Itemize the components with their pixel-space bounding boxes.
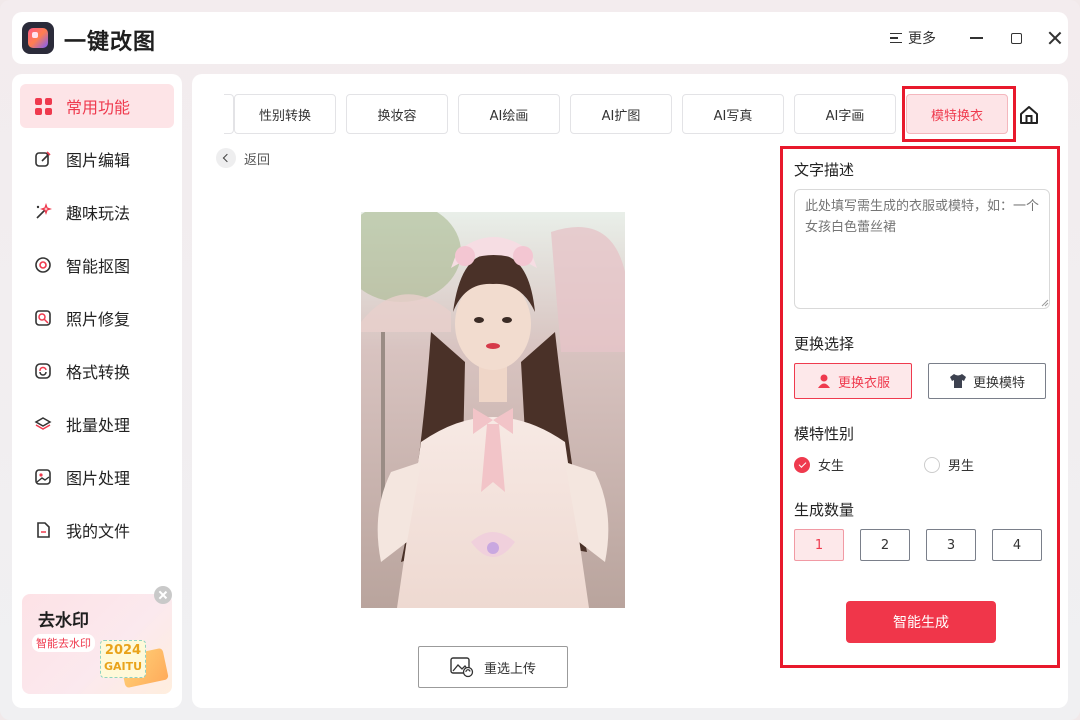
app-logo-icon: [22, 22, 54, 54]
sidebar-item-batch[interactable]: 批量处理: [20, 402, 174, 446]
promo-badge: 2024 GAITU: [100, 640, 146, 678]
sidebar-item-label: 照片修复: [66, 310, 131, 329]
sidebar-item-label: 常用功能: [66, 98, 131, 117]
person-icon: [817, 374, 830, 388]
gender-female-radio[interactable]: 女生: [794, 455, 844, 474]
close-button[interactable]: [1041, 24, 1069, 52]
sidebar-item-label: 批量处理: [66, 416, 131, 435]
tab-ai-calligraphy[interactable]: AI字画: [794, 94, 896, 134]
target-icon: [34, 256, 52, 274]
tab-ai-painting[interactable]: AI绘画: [458, 94, 560, 134]
menu-lines-icon: [890, 32, 902, 44]
gender-female-label: 女生: [818, 459, 845, 474]
generate-button[interactable]: 智能生成: [846, 601, 996, 643]
back-button[interactable]: 返回: [216, 148, 270, 168]
description-textarea[interactable]: [794, 189, 1050, 309]
reupload-button[interactable]: 重选上传: [418, 646, 568, 688]
sidebar-item-cutout[interactable]: 智能抠图: [20, 243, 174, 287]
main-panel: 性别转换 换妆容 AI绘画 AI扩图 AI写真 AI字画 模特换衣 返回 重选上…: [192, 74, 1068, 708]
sidebar-item-convert[interactable]: 格式转换: [20, 349, 174, 393]
promo-title: 去水印: [38, 611, 89, 631]
image-icon: [34, 468, 52, 486]
close-icon: [1048, 31, 1062, 45]
uploaded-photo: [361, 212, 625, 608]
check-icon: [794, 456, 810, 473]
close-icon: [159, 591, 167, 599]
sidebar-item-fun[interactable]: 趣味玩法: [20, 190, 174, 234]
title-bar: 一键改图 更多: [12, 12, 1068, 64]
minimize-icon: [969, 37, 983, 39]
radio-empty-icon: [924, 456, 940, 473]
promo-banner[interactable]: 去水印 智能去水印 2024 GAITU: [22, 594, 172, 694]
count-title: 生成数量: [794, 501, 855, 519]
sidebar-item-files[interactable]: 我的文件: [20, 508, 174, 552]
tab-gender-swap[interactable]: 性别转换: [234, 94, 336, 134]
sidebar-item-edit[interactable]: 图片编辑: [20, 137, 174, 181]
tab-ai-expand[interactable]: AI扩图: [570, 94, 672, 134]
sidebar-item-label: 图片编辑: [66, 151, 131, 170]
replace-model-button[interactable]: 更换模特: [928, 363, 1046, 399]
maximize-button[interactable]: [1002, 24, 1030, 52]
sidebar-item-label: 智能抠图: [66, 257, 131, 276]
sidebar-item-label: 我的文件: [66, 522, 131, 541]
count-option-4[interactable]: 4: [992, 529, 1042, 561]
sidebar-item-common[interactable]: 常用功能: [20, 84, 174, 128]
replace-clothes-label: 更换衣服: [837, 375, 890, 391]
replace-clothes-button[interactable]: 更换衣服: [794, 363, 912, 399]
more-label: 更多: [908, 31, 936, 47]
sidebar-item-label: 图片处理: [66, 469, 131, 488]
reupload-label: 重选上传: [483, 661, 536, 677]
sidebar-item-process[interactable]: 图片处理: [20, 455, 174, 499]
home-icon[interactable]: [1018, 104, 1040, 126]
grid-icon: [34, 97, 52, 115]
tab-ai-portrait[interactable]: AI写真: [682, 94, 784, 134]
promo-close-button[interactable]: [154, 586, 172, 604]
back-label: 返回: [244, 152, 271, 168]
magic-wand-icon: [34, 203, 52, 221]
maximize-icon: [1010, 32, 1022, 44]
count-option-1[interactable]: 1: [794, 529, 844, 561]
count-option-2[interactable]: 2: [860, 529, 910, 561]
tab-model-outfit[interactable]: 模特换衣: [906, 94, 1008, 134]
sidebar-item-label: 格式转换: [66, 363, 131, 382]
gender-male-radio[interactable]: 男生: [924, 455, 974, 474]
more-menu-button[interactable]: 更多: [890, 28, 936, 48]
settings-panel: 文字描述 更换选择 更换衣服 更换模特 模特性别 女生 男生 生成数量: [780, 146, 1060, 668]
tab-hidden-left[interactable]: [224, 94, 234, 134]
file-icon: [34, 521, 52, 539]
sidebar-item-label: 趣味玩法: [66, 204, 131, 223]
promo-subtitle: 智能去水印: [32, 634, 95, 652]
app-title: 一键改图: [64, 30, 157, 55]
sidebar-item-repair[interactable]: 照片修复: [20, 296, 174, 340]
app-window: 一键改图 更多 常用功能 图片编辑 趣味玩法 智能抠图 照片修复 格式转换 批量…: [0, 0, 1080, 720]
tab-makeup[interactable]: 换妆容: [346, 94, 448, 134]
description-title: 文字描述: [794, 161, 855, 179]
count-option-3[interactable]: 3: [926, 529, 976, 561]
promo-year: 2024: [104, 643, 142, 658]
minimize-button[interactable]: [962, 24, 990, 52]
photo-repair-icon: [34, 309, 52, 327]
layers-icon: [34, 415, 52, 433]
edit-icon: [34, 150, 52, 168]
sidebar: 常用功能 图片编辑 趣味玩法 智能抠图 照片修复 格式转换 批量处理 图片处理 …: [12, 74, 182, 708]
shirt-icon: [949, 374, 966, 388]
gender-male-label: 男生: [948, 459, 975, 474]
replace-model-label: 更换模特: [972, 375, 1025, 391]
gender-title: 模特性别: [794, 425, 855, 443]
image-refresh-icon: [450, 657, 474, 678]
replace-title: 更换选择: [794, 335, 855, 353]
promo-brand: GAITU: [103, 660, 143, 673]
chevron-left-icon: [216, 148, 236, 168]
convert-icon: [34, 362, 52, 380]
